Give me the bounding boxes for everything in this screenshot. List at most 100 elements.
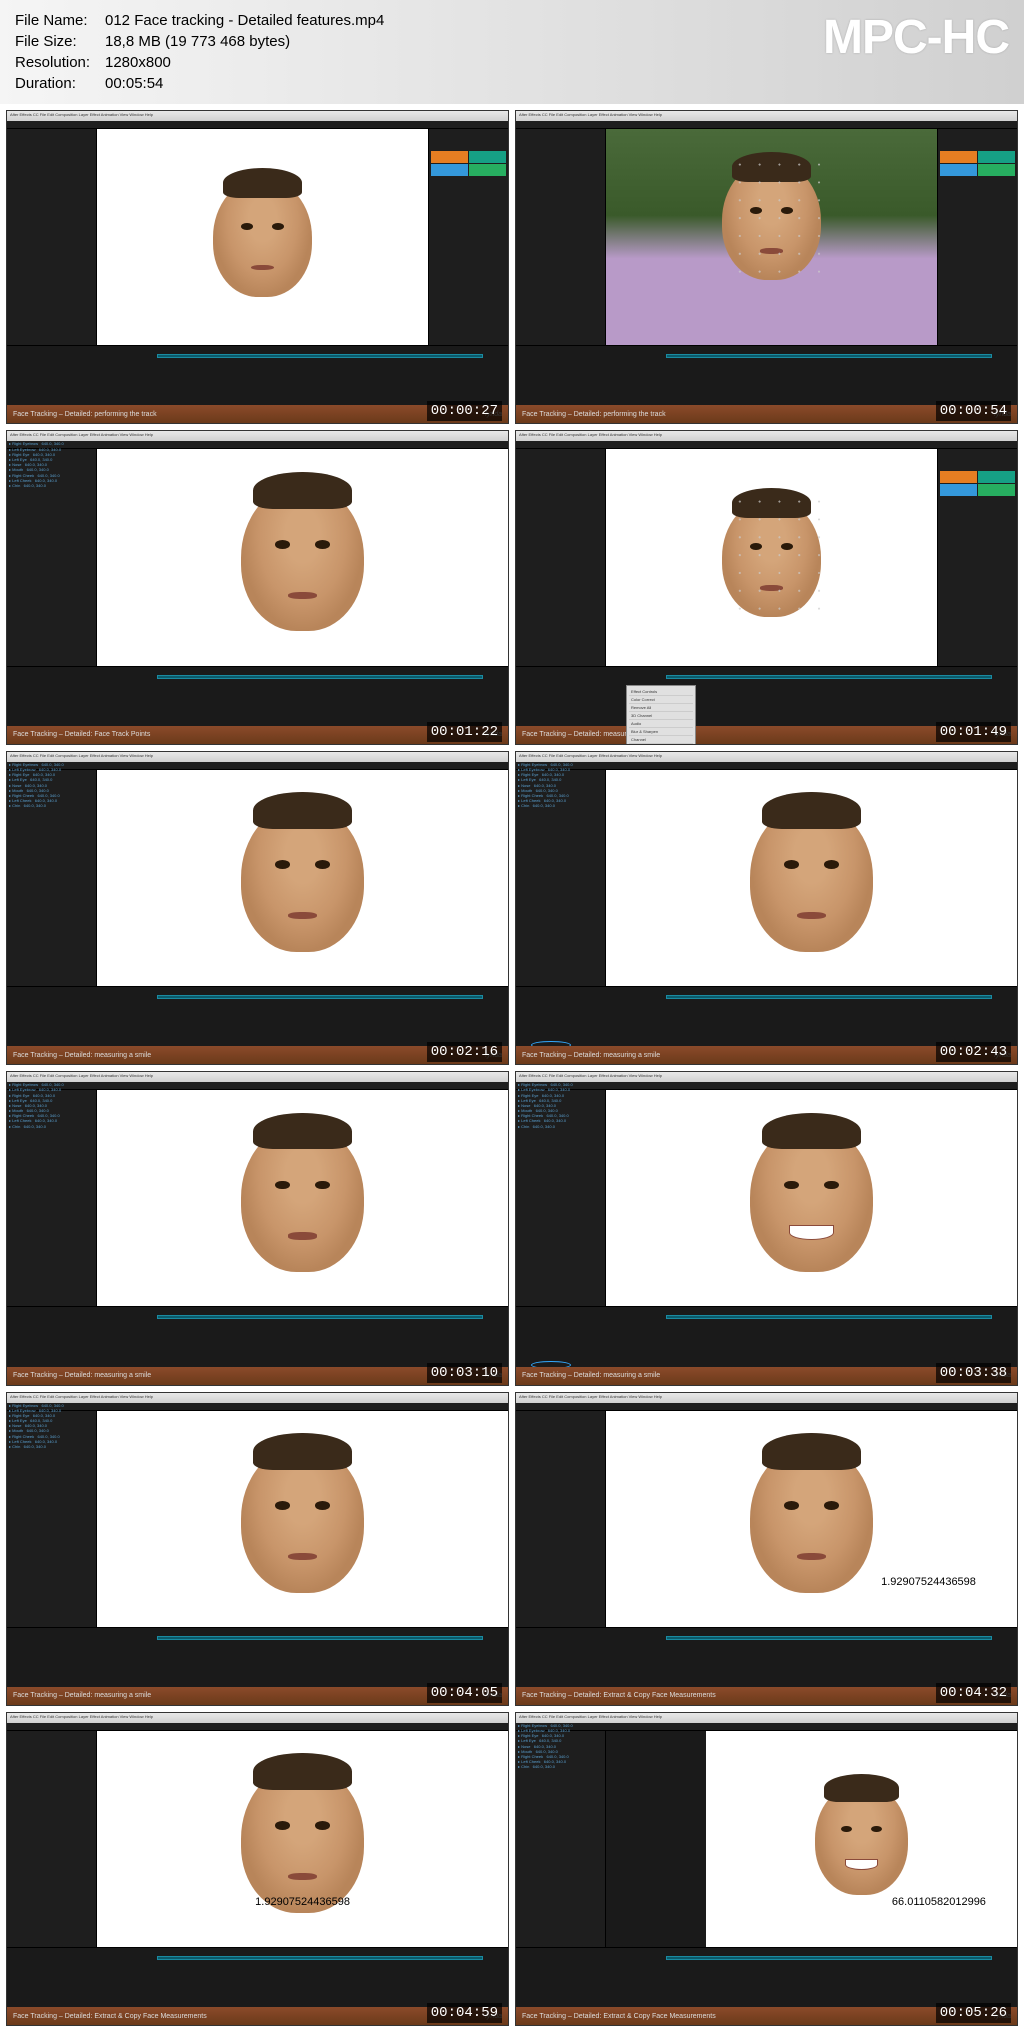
- ae-menubar[interactable]: After Effects CC File Edit Composition L…: [7, 1713, 508, 1723]
- swatch-blue[interactable]: [940, 484, 977, 496]
- menu-item[interactable]: Channel: [629, 736, 693, 744]
- ae-toolbar[interactable]: [516, 1723, 1017, 1731]
- ae-project-panel[interactable]: [516, 129, 606, 345]
- prop-row[interactable]: ▸ Chin 640.0, 340.0: [518, 1124, 573, 1129]
- ae-menubar[interactable]: After Effects CC File Edit Composition L…: [516, 1713, 1017, 1723]
- video-thumbnail[interactable]: After Effects CC File Edit Composition L…: [6, 1712, 509, 2026]
- ae-viewport[interactable]: [97, 1090, 508, 1306]
- video-thumbnail[interactable]: After Effects CC File Edit Composition L…: [6, 110, 509, 424]
- ae-menubar[interactable]: After Effects CC File Edit Composition L…: [7, 431, 508, 441]
- ae-project-panel[interactable]: ▸ Right Eyebrow 640.0, 340.0▸ Left Eyebr…: [516, 1090, 606, 1306]
- video-thumbnail[interactable]: After Effects CC File Edit Composition L…: [515, 1071, 1018, 1385]
- swatch-orange[interactable]: [940, 471, 977, 483]
- video-thumbnail[interactable]: After Effects CC File Edit Composition L…: [6, 751, 509, 1065]
- ae-viewport[interactable]: [606, 449, 937, 665]
- ae-menubar[interactable]: After Effects CC File Edit Composition L…: [7, 752, 508, 762]
- prop-row[interactable]: ▸ Chin 640.0, 340.0: [9, 483, 64, 488]
- ae-toolbar[interactable]: [516, 762, 1017, 770]
- timeline-workarea[interactable]: [157, 675, 483, 679]
- swatch-blue[interactable]: [431, 164, 468, 176]
- prop-row[interactable]: ▸ Left Cheek 640.0, 340.0: [518, 1118, 573, 1123]
- timeline-workarea[interactable]: [666, 1315, 992, 1319]
- prop-row[interactable]: ▸ Chin 640.0, 340.0: [9, 1124, 64, 1129]
- prop-row[interactable]: ▸ Chin 640.0, 340.0: [518, 803, 573, 808]
- swatch-orange[interactable]: [940, 151, 977, 163]
- timeline-workarea[interactable]: [666, 1636, 992, 1640]
- video-thumbnail[interactable]: After Effects CC File Edit Composition L…: [515, 1712, 1018, 2026]
- ae-viewport[interactable]: [97, 1411, 508, 1627]
- ae-project-panel[interactable]: ▸ Right Eyebrow 640.0, 340.0▸ Left Eyebr…: [516, 1731, 606, 1947]
- menu-item[interactable]: Color Correct: [629, 696, 693, 704]
- ae-menubar[interactable]: After Effects CC File Edit Composition L…: [516, 431, 1017, 441]
- timeline-workarea[interactable]: [157, 1315, 483, 1319]
- ae-viewport[interactable]: [606, 1090, 1017, 1306]
- prop-row[interactable]: ▸ Right Eyebrow 640.0, 340.0: [9, 1403, 64, 1408]
- ae-toolbar[interactable]: [516, 441, 1017, 449]
- ae-project-panel[interactable]: ▸ Right Eyebrow 640.0, 340.0▸ Left Eyebr…: [7, 1411, 97, 1627]
- prop-row[interactable]: ▸ Left Eyebrow 640.0, 340.0: [9, 1087, 64, 1092]
- swatch-teal[interactable]: [469, 151, 506, 163]
- swatch-blue[interactable]: [940, 164, 977, 176]
- ae-toolbar[interactable]: [7, 1723, 508, 1731]
- ae-toolbar[interactable]: [516, 1403, 1017, 1411]
- ae-project-panel[interactable]: ▸ Right Eyebrow 640.0, 340.0▸ Left Eyebr…: [516, 770, 606, 986]
- prop-row[interactable]: ▸ Chin 640.0, 340.0: [9, 803, 64, 808]
- ae-menubar[interactable]: After Effects CC File Edit Composition L…: [7, 1072, 508, 1082]
- ae-toolbar[interactable]: [7, 121, 508, 129]
- ae-menubar[interactable]: After Effects CC File Edit Composition L…: [516, 111, 1017, 121]
- swatch-orange[interactable]: [431, 151, 468, 163]
- ae-toolbar[interactable]: [7, 1082, 508, 1090]
- timeline-workarea[interactable]: [666, 1956, 992, 1960]
- prop-row[interactable]: ▸ Left Eyebrow 640.0, 340.0: [518, 1087, 573, 1092]
- prop-row[interactable]: ▸ Left Cheek 640.0, 340.0: [9, 1118, 64, 1123]
- ae-viewport[interactable]: 1.92907524436598: [97, 1731, 508, 1947]
- ae-project-panel[interactable]: [7, 129, 97, 345]
- timeline-workarea[interactable]: [157, 354, 483, 358]
- ae-viewport[interactable]: [97, 449, 508, 665]
- video-thumbnail[interactable]: After Effects CC File Edit Composition L…: [515, 751, 1018, 1065]
- ae-project-panel[interactable]: [516, 1411, 606, 1627]
- ae-toolbar[interactable]: [7, 441, 508, 449]
- ae-viewport[interactable]: [606, 129, 937, 345]
- ae-viewport[interactable]: [606, 770, 1017, 986]
- video-thumbnail[interactable]: After Effects CC File Edit Composition L…: [6, 1071, 509, 1385]
- ae-project-panel[interactable]: [7, 1731, 97, 1947]
- menu-item[interactable]: Cinema 4D: [629, 744, 693, 745]
- prop-row[interactable]: ▸ Right Eyebrow 640.0, 340.0: [9, 441, 64, 446]
- ae-toolbar[interactable]: [516, 121, 1017, 129]
- timeline-workarea[interactable]: [666, 995, 992, 999]
- ae-menubar[interactable]: After Effects CC File Edit Composition L…: [7, 111, 508, 121]
- timeline-workarea[interactable]: [666, 354, 992, 358]
- swatch-teal[interactable]: [978, 151, 1015, 163]
- ae-menubar[interactable]: After Effects CC File Edit Composition L…: [516, 752, 1017, 762]
- video-thumbnail[interactable]: After Effects CC File Edit Composition L…: [515, 430, 1018, 744]
- prop-row[interactable]: ▸ Right Cheek 640.0, 340.0: [9, 473, 64, 478]
- swatch-green[interactable]: [978, 484, 1015, 496]
- timeline-workarea[interactable]: [666, 675, 992, 679]
- ae-toolbar[interactable]: [7, 762, 508, 770]
- ae-menubar[interactable]: After Effects CC File Edit Composition L…: [516, 1072, 1017, 1082]
- prop-row[interactable]: ▸ Chin 640.0, 340.0: [518, 1764, 573, 1769]
- effect-menu-dropdown[interactable]: Effect ControlsColor CorrectRemove All3D…: [626, 685, 696, 745]
- timeline-workarea[interactable]: [157, 995, 483, 999]
- video-thumbnail[interactable]: After Effects CC File Edit Composition L…: [515, 1392, 1018, 1706]
- swatch-green[interactable]: [978, 164, 1015, 176]
- ae-project-panel[interactable]: ▸ Right Eyebrow 640.0, 340.0▸ Left Eyebr…: [7, 770, 97, 986]
- ae-viewport[interactable]: 66.0110582012996: [706, 1731, 1017, 1947]
- swatch-green[interactable]: [469, 164, 506, 176]
- timeline-workarea[interactable]: [157, 1636, 483, 1640]
- menu-item[interactable]: Audio: [629, 720, 693, 728]
- prop-row[interactable]: ▸ Chin 640.0, 340.0: [9, 1444, 64, 1449]
- menu-item[interactable]: Remove All: [629, 704, 693, 712]
- ae-project-panel[interactable]: ▸ Right Eyebrow 640.0, 340.0▸ Left Eyebr…: [7, 1090, 97, 1306]
- video-thumbnail[interactable]: After Effects CC File Edit Composition L…: [6, 430, 509, 744]
- ae-viewport[interactable]: 1.92907524436598: [606, 1411, 1017, 1627]
- video-thumbnail[interactable]: After Effects CC File Edit Composition L…: [515, 110, 1018, 424]
- menu-item[interactable]: Effect Controls: [629, 688, 693, 696]
- ae-menubar[interactable]: After Effects CC File Edit Composition L…: [7, 1393, 508, 1403]
- video-thumbnail[interactable]: After Effects CC File Edit Composition L…: [6, 1392, 509, 1706]
- ae-toolbar[interactable]: [516, 1082, 1017, 1090]
- menu-item[interactable]: Blur & Sharpen: [629, 728, 693, 736]
- timeline-workarea[interactable]: [157, 1956, 483, 1960]
- prop-row[interactable]: ▸ Left Eyebrow 640.0, 340.0: [9, 447, 64, 452]
